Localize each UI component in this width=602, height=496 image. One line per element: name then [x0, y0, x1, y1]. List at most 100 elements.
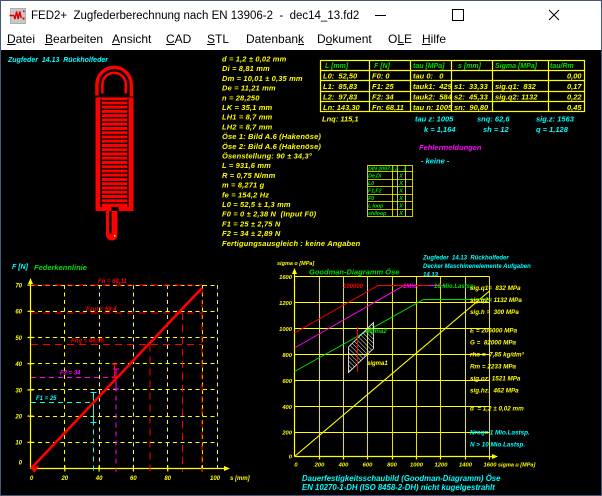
svg-text:Ösenstellung: 90 ± 34,3°: Ösenstellung: 90 ± 34,3° — [222, 152, 313, 161]
svg-text:m = 8,271 g: m = 8,271 g — [222, 181, 265, 190]
svg-text:F2 = 34 ± 2,89 N: F2 = 34 ± 2,89 N — [222, 229, 281, 238]
svg-text:L0 = 52,5 ± 1,3 mm: L0 = 52,5 ± 1,3 mm — [222, 200, 291, 209]
svg-text:1000: 1000 — [279, 327, 293, 333]
svg-text:tau/Rm: tau/Rm — [550, 63, 574, 70]
svg-text:Sigma [MPa]: Sigma [MPa] — [495, 63, 538, 70]
svg-text:L = 931,6 mm: L = 931,6 mm — [222, 161, 271, 170]
svg-text:Rm = 2233 MPa: Rm = 2233 MPa — [470, 364, 517, 371]
svg-text:Dauerfestigkeitsschaubild (Goo: Dauerfestigkeitsschaubild (Goodman-Diagr… — [302, 474, 501, 483]
svg-text:Ln: 143,30: Ln: 143,30 — [323, 103, 361, 112]
svg-text:0: 0 — [19, 461, 23, 467]
svg-text:20: 20 — [14, 415, 22, 421]
svg-text:snq: 62,6: snq: 62,6 — [477, 115, 510, 124]
svg-text:s1: 33,33: s1: 33,33 — [454, 82, 489, 91]
svg-text:0,45: 0,45 — [567, 103, 582, 112]
svg-text:s [mm]: s [mm] — [230, 476, 251, 482]
svg-text:sh = 12: sh = 12 — [483, 125, 509, 134]
svg-text:30: 30 — [15, 388, 22, 394]
svg-text:Federkennlinie: Federkennlinie — [34, 263, 87, 272]
svg-text:sig.q2= 1132 MPa: sig.q2= 1132 MPa — [470, 297, 522, 304]
svg-text:N > 10 Mio.Lastsp.: N > 10 Mio.Lastsp. — [470, 442, 525, 449]
svg-text:L [mm]: L [mm] — [325, 63, 349, 70]
svg-text:tau 0: 0: tau 0: 0 — [413, 72, 444, 81]
svg-text:X: X — [398, 211, 403, 217]
svg-text:Zugfeder 14.13 Rückholfeder: Zugfeder 14.13 Rückholfeder — [422, 256, 509, 262]
svg-text:sig.q1= 832 MPa: sig.q1= 832 MPa — [470, 285, 521, 292]
svg-text:F1 = 25: F1 = 25 — [36, 396, 57, 402]
svg-text:40: 40 — [14, 362, 22, 368]
svg-text:Fzul = 59,4: Fzul = 59,4 — [86, 307, 117, 313]
svg-text:0: 0 — [294, 463, 298, 469]
svg-text:Fehlermeldungen: Fehlermeldungen — [419, 143, 482, 152]
svg-text:LH2 = 8,7 mm: LH2 = 8,7 mm — [222, 122, 273, 131]
svg-text:400: 400 — [338, 463, 349, 469]
svg-text:sn: 90,80: sn: 90,80 — [454, 103, 489, 112]
svg-text:0,00: 0,00 — [567, 72, 582, 81]
svg-text:F0: 0: F0: 0 — [372, 72, 390, 81]
svg-text:d = 1,2 ± 0,02 mm: d = 1,2 ± 0,02 mm — [222, 55, 287, 64]
svg-text:40: 40 — [95, 476, 103, 482]
svg-text:LK = 35,1 mm: LK = 35,1 mm — [222, 103, 273, 112]
svg-text:X: X — [398, 174, 403, 180]
svg-text:sig.q2: 1132: sig.q2: 1132 — [495, 92, 538, 101]
svg-text:LH1 = 8,7 mm: LH1 = 8,7 mm — [222, 113, 273, 122]
svg-text:tau [MPa]: tau [MPa] — [413, 63, 445, 70]
svg-text:tauk2: 584: tauk2: 584 — [413, 92, 453, 101]
svg-text:L1: 85,83: L1: 85,83 — [323, 82, 358, 91]
svg-text:200: 200 — [314, 463, 325, 469]
svg-text:Goodman-Diagramm Öse: Goodman-Diagramm Öse — [309, 268, 399, 277]
svg-text:100000: 100000 — [343, 284, 364, 290]
svg-text:Fn: 68,11: Fn: 68,11 — [372, 103, 404, 112]
svg-text:Zugfeder 14.13 Rückholfeder: Zugfeder 14.13 Rückholfeder — [7, 57, 109, 64]
svg-text:0,17: 0,17 — [567, 82, 582, 91]
svg-text:q = 1,128: q = 1,128 — [536, 125, 569, 134]
svg-text:R = 0,75 N/mm: R = 0,75 N/mm — [222, 171, 276, 180]
svg-text:sh/loop: sh/loop — [368, 211, 387, 217]
svg-text:800: 800 — [282, 353, 292, 359]
svg-text:L0: L0 — [368, 181, 374, 187]
svg-text:De,Di: De,Di — [368, 174, 382, 180]
svg-text:X: X — [398, 204, 403, 210]
svg-text:Dm = 10,01 ± 0,35 mm: Dm = 10,01 ± 0,35 mm — [222, 74, 303, 83]
svg-text:1600: 1600 — [484, 463, 498, 469]
svg-text:1400: 1400 — [459, 463, 473, 469]
svg-text:X: X — [398, 181, 403, 187]
svg-text:50: 50 — [15, 336, 22, 342]
svg-text:- keine -: - keine - — [421, 157, 450, 166]
svg-text:rho = 7,85 kg/dm³: rho = 7,85 kg/dm³ — [470, 352, 525, 359]
svg-text:400: 400 — [281, 405, 292, 411]
svg-text:Fn = 68,11: Fn = 68,11 — [98, 279, 127, 285]
svg-text:sig.hz: 462 MPa: sig.hz: 462 MPa — [470, 388, 519, 395]
svg-text:X: X — [398, 189, 403, 195]
svg-text:G = 82000 MPa: G = 82000 MPa — [470, 340, 517, 347]
svg-text:1Mio.: 1Mio. — [403, 284, 419, 290]
svg-text:F [N]: F [N] — [374, 63, 391, 70]
svg-text:sig.q1: 832: sig.q1: 832 — [495, 82, 537, 91]
svg-text:Öse 2: Bild A.6 (Hakenöse): Öse 2: Bild A.6 (Hakenöse) — [222, 142, 321, 151]
svg-text:200: 200 — [281, 431, 292, 437]
svg-text:L2: 97,83: L2: 97,83 — [323, 92, 358, 101]
svg-text:1000: 1000 — [410, 463, 424, 469]
svg-text:Decker Maschinenelemente Aufga: Decker Maschinenelemente Aufgaben — [423, 264, 531, 270]
svg-text:n = 28,250: n = 28,250 — [222, 93, 260, 102]
svg-text:sigma2: sigma2 — [366, 329, 387, 335]
svg-text:Lnq: 115,1: Lnq: 115,1 — [322, 115, 359, 124]
svg-text:X: X — [398, 196, 403, 202]
svg-text:20: 20 — [60, 476, 68, 482]
svg-text:Fertigungsausgleich : keine An: Fertigungsausgleich : keine Angaben — [222, 239, 361, 248]
svg-text:L0: 52,50: L0: 52,50 — [323, 72, 358, 81]
svg-text:Fnq = 46,95: Fnq = 46,95 — [71, 339, 105, 345]
svg-text:F1,F2: F1,F2 — [368, 189, 382, 195]
svg-text:1200: 1200 — [279, 301, 293, 307]
svg-text:L loop: L loop — [368, 204, 384, 210]
svg-text:DIN 2097-1: DIN 2097-1 — [368, 167, 394, 173]
svg-text:sig.z: 1563: sig.z: 1563 — [536, 115, 575, 124]
svg-text:Öse 1: Bild A.6 (Hakenöse): Öse 1: Bild A.6 (Hakenöse) — [222, 132, 321, 141]
svg-text:sig.h = 300 MPa: sig.h = 300 MPa — [470, 309, 519, 316]
svg-text:2: 2 — [394, 167, 398, 173]
svg-text:s2: 45,33: s2: 45,33 — [454, 92, 489, 101]
svg-text:tau n: 1005: tau n: 1005 — [413, 103, 453, 112]
svg-text:1600: 1600 — [279, 275, 293, 281]
svg-text:k = 1,164: k = 1,164 — [424, 125, 456, 134]
svg-text:EN 10270-1-DH (ISO 8458-2-DH): EN 10270-1-DH (ISO 8458-2-DH) nicht kuge… — [302, 483, 495, 492]
